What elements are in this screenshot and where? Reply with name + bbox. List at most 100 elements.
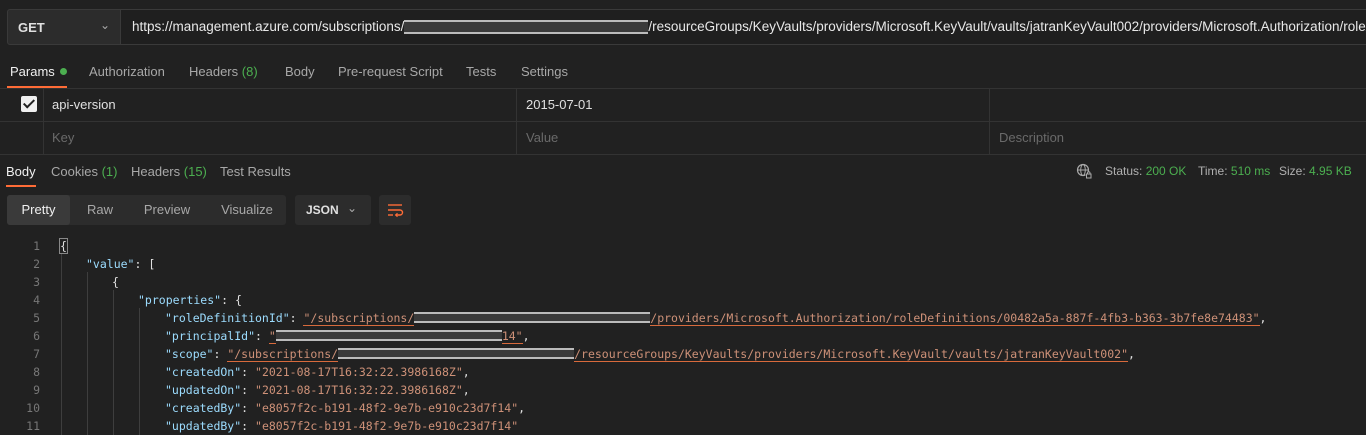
redacted-value	[275, 330, 502, 341]
pretty-button[interactable]: Pretty	[7, 195, 70, 225]
size-label: Size:	[1279, 164, 1306, 178]
line-number: 9	[33, 383, 40, 397]
tab-headers[interactable]: Headers (8)	[189, 64, 258, 79]
tab-label: Params	[10, 64, 55, 79]
divider	[516, 121, 517, 154]
tab-params[interactable]: Params	[10, 64, 67, 79]
divider	[989, 121, 990, 154]
url-suffix: /resourceGroups/KeyVaults/providers/Micr…	[648, 19, 1366, 34]
request-tabs: Params Authorization Headers (8) Body Pr…	[0, 54, 1366, 89]
tab-label: Headers	[131, 164, 181, 179]
json-punct: : {	[221, 293, 242, 307]
tab-tests[interactable]: Tests	[466, 64, 496, 79]
line-number: 10	[26, 401, 40, 415]
indent-guide	[87, 272, 88, 435]
divider	[43, 88, 44, 121]
tab-response-body[interactable]: Body	[6, 164, 36, 179]
line-number: 2	[33, 257, 40, 271]
url-bar: GET ⌄ https://management.azure.com/subsc…	[0, 0, 1366, 54]
visualize-button[interactable]: Visualize	[218, 195, 276, 225]
param-description[interactable]	[999, 88, 1359, 121]
json-string: "e8057f2c-b191-48f2-9e7b-e910c23d7f14"	[255, 401, 519, 415]
param-key[interactable]: api-version	[52, 88, 116, 121]
line-number: 11	[26, 419, 40, 433]
line-number: 7	[33, 347, 40, 361]
time-value: 510 ms	[1230, 164, 1271, 178]
active-tab-indicator	[6, 185, 36, 187]
redacted-value	[414, 312, 651, 323]
line-number: 5	[33, 311, 40, 325]
tab-settings[interactable]: Settings	[521, 64, 568, 79]
url-prefix: https://management.azure.com/subscriptio…	[132, 19, 405, 34]
status-label: Status:	[1105, 164, 1143, 178]
json-string: "2021-08-17T16:32:22.3986168Z"	[255, 383, 463, 397]
response-time[interactable]: Time: 510 ms	[1198, 164, 1270, 178]
code-line: {	[112, 275, 119, 289]
tab-pre-request-script[interactable]: Pre-request Script	[338, 64, 443, 79]
view-mode-toggle: Pretty Raw Preview Visualize	[7, 195, 286, 225]
tab-cookies[interactable]: Cookies (1)	[51, 164, 117, 179]
json-key: "value"	[86, 257, 135, 271]
tab-test-results[interactable]: Test Results	[220, 164, 291, 179]
indent-guide	[61, 254, 62, 435]
tab-authorization[interactable]: Authorization	[89, 64, 165, 79]
key-input[interactable]: Key	[52, 121, 74, 154]
value-input[interactable]: Value	[526, 121, 558, 154]
divider	[989, 88, 990, 121]
json-key: "updatedBy"	[165, 419, 242, 433]
json-string: "/subscriptions/	[303, 311, 415, 326]
code-line: "principalId": " 14",	[165, 329, 530, 344]
line-number: 4	[33, 293, 40, 307]
raw-button[interactable]: Raw	[82, 195, 118, 225]
json-string: "/subscriptions/	[227, 347, 339, 362]
description-input[interactable]: Description	[999, 121, 1064, 154]
time-label: Time:	[1198, 164, 1228, 178]
json-key: "scope"	[165, 347, 214, 361]
json-punct: : [	[134, 257, 156, 271]
response-body-code[interactable]: 1 2 3 4 5 6 7 8 9 10 11 { "value": [ { "…	[0, 237, 1366, 435]
tab-body[interactable]: Body	[285, 64, 315, 79]
tab-response-headers[interactable]: Headers (15)	[131, 164, 207, 179]
line-number: 8	[33, 365, 40, 379]
line-number: 3	[33, 275, 40, 289]
json-key: "createdOn"	[165, 365, 242, 379]
tab-label: Test Results	[220, 164, 291, 179]
status-value: 200 OK	[1145, 164, 1187, 178]
code-line: "updatedBy": "e8057f2c-b191-48f2-9e7b-e9…	[165, 419, 519, 433]
globe-icon[interactable]	[1076, 163, 1092, 179]
open-brace: {	[59, 238, 68, 254]
code-line: "roleDefinitionId": "/subscriptions//pro…	[165, 311, 1267, 326]
json-key: "principalId"	[165, 329, 256, 343]
response-tabs: Body Cookies (1) Headers (15) Test Resul…	[0, 154, 1366, 188]
code-line: "updatedOn": "2021-08-17T16:32:22.398616…	[165, 383, 470, 397]
preview-button[interactable]: Preview	[140, 195, 194, 225]
param-value[interactable]: 2015-07-01	[526, 88, 593, 121]
indent-guide	[113, 290, 114, 435]
redacted-subscription-id	[404, 20, 649, 34]
json-string: "2021-08-17T16:32:22.3986168Z"	[255, 365, 463, 379]
tab-count: (8)	[241, 64, 258, 79]
code-line: "properties": {	[138, 293, 242, 307]
line-number: 1	[33, 239, 40, 253]
response-status[interactable]: Status: 200 OK	[1105, 164, 1186, 178]
code-line: "scope": "/subscriptions//resourceGroups…	[165, 347, 1135, 362]
json-key: "createdBy"	[165, 401, 242, 415]
format-select[interactable]: JSON ⌄	[295, 195, 371, 225]
wrap-lines-button[interactable]	[379, 195, 411, 225]
tab-label: Body	[285, 64, 315, 79]
params-table: api-version 2015-07-01 Key Value Descrip…	[0, 88, 1366, 155]
param-enabled-checkbox[interactable]	[21, 96, 37, 112]
tab-count: (1)	[101, 164, 118, 179]
tab-label: Body	[6, 164, 36, 179]
url-input[interactable]: https://management.azure.com/subscriptio…	[121, 9, 1366, 45]
chevron-down-icon: ⌄	[100, 18, 111, 32]
code-line: "value": [	[86, 257, 155, 271]
json-string: 14"	[501, 329, 523, 344]
tab-label: Cookies	[51, 164, 98, 179]
code-line: "createdBy": "e8057f2c-b191-48f2-9e7b-e9…	[165, 401, 526, 415]
tab-count: (15)	[183, 164, 207, 179]
method-select[interactable]: GET ⌄	[7, 9, 121, 45]
wrap-lines-icon	[388, 204, 404, 218]
response-size[interactable]: Size: 4.95 KB	[1279, 164, 1352, 178]
divider	[43, 121, 44, 154]
